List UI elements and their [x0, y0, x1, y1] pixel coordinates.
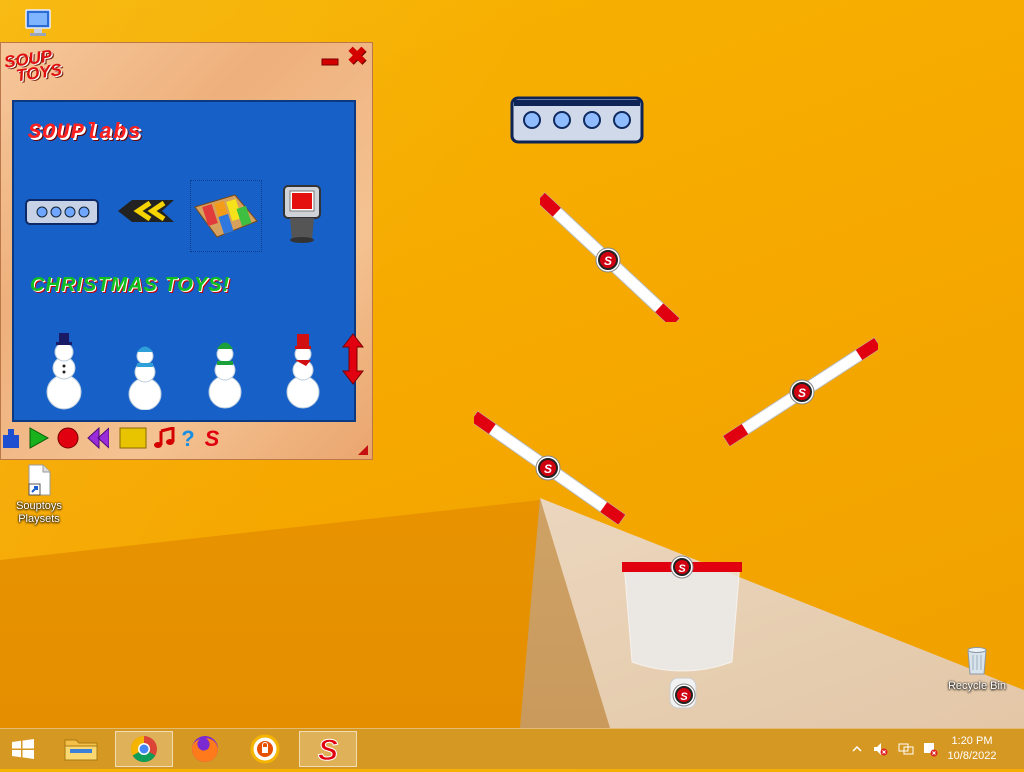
- vpn-button[interactable]: [238, 731, 292, 767]
- stop-icon[interactable]: [119, 427, 147, 449]
- svg-text:S: S: [604, 254, 612, 268]
- category-christmas-title: CHRISTMAS TOYS!: [30, 274, 231, 296]
- seesaw-plank-2[interactable]: S: [716, 330, 878, 446]
- clock-time: 1:20 PM: [951, 735, 993, 747]
- computer-icon[interactable]: [20, 6, 56, 40]
- xylophone-slot[interactable]: [190, 180, 262, 252]
- svg-text:S: S: [678, 563, 686, 575]
- snowman-red-hat-icon[interactable]: [284, 330, 322, 410]
- record-icon[interactable]: [57, 427, 79, 449]
- robot-tool-icon[interactable]: [1, 427, 23, 449]
- chevron-up-icon[interactable]: [852, 741, 862, 757]
- vpn-icon: [250, 734, 280, 764]
- close-icon[interactable]: ✖: [347, 45, 367, 69]
- volume-muted-icon[interactable]: [872, 741, 888, 757]
- recycle-bin-label: Recycle Bin: [947, 680, 1007, 692]
- category-souplabs-title: SOUPlabs: [28, 120, 142, 145]
- shortcut-label: Souptoys Playsets: [16, 500, 62, 525]
- file-explorer-button[interactable]: [54, 731, 108, 767]
- souptoys-playsets-shortcut[interactable]: Souptoys Playsets: [8, 464, 70, 526]
- svg-text:S: S: [680, 691, 688, 703]
- seesaw-plank-1[interactable]: S: [540, 182, 690, 322]
- toy-palette-panel: SOUPlabs CHRISTMAS TOYS!: [12, 100, 356, 422]
- lightbar-icon[interactable]: [24, 196, 100, 228]
- document-icon: [28, 464, 51, 496]
- xylophone-icon: [194, 194, 258, 238]
- bucket-toy[interactable]: S S: [618, 550, 746, 712]
- minimize-icon[interactable]: [321, 53, 339, 67]
- snowman-blue-hat-icon[interactable]: [44, 332, 84, 410]
- clock[interactable]: 1:20 PM 10/8/2022: [942, 734, 1002, 764]
- souptoys-taskbar-button[interactable]: S: [299, 731, 357, 768]
- lightbar-toy[interactable]: [510, 96, 644, 144]
- help-icon[interactable]: ?: [177, 427, 199, 449]
- action-center-icon[interactable]: [922, 741, 938, 757]
- recycle-bin-icon: [967, 647, 987, 675]
- snowman-blue-beanie-icon[interactable]: [126, 340, 164, 410]
- souptoys-window[interactable]: SOUP TOYS ✖ SOUPlabs CHRISTMAS TOYS! ? S: [0, 42, 373, 460]
- souptoys-toolbar: ? S: [1, 427, 241, 453]
- play-icon[interactable]: [27, 427, 49, 449]
- chrome-button[interactable]: [115, 731, 173, 767]
- seesaw-plank-3[interactable]: S: [474, 398, 634, 524]
- retro-tv-icon[interactable]: [280, 184, 324, 244]
- music-icon[interactable]: [153, 427, 175, 449]
- svg-text:S: S: [205, 427, 220, 449]
- resize-grip-icon[interactable]: [358, 445, 368, 455]
- snowman-green-hat-icon[interactable]: [206, 334, 244, 410]
- souptoys-logo: SOUP TOYS: [3, 46, 63, 85]
- taskbar: S 1:20 PM 10/8/2022: [0, 728, 1024, 769]
- firefox-button[interactable]: [178, 731, 232, 767]
- start-button[interactable]: [0, 731, 46, 767]
- souptoys-icon[interactable]: S: [201, 427, 223, 449]
- svg-text:?: ?: [181, 427, 194, 449]
- network-icon[interactable]: [898, 741, 914, 757]
- scroll-arrow-icon[interactable]: [342, 333, 364, 385]
- svg-text:S: S: [798, 386, 806, 400]
- firefox-icon: [192, 736, 218, 762]
- svg-text:S: S: [318, 734, 338, 766]
- chevron-arrow-icon[interactable]: [114, 198, 176, 224]
- souptoys-taskbar-icon: S: [317, 734, 338, 768]
- recycle-bin[interactable]: Recycle Bin: [940, 644, 1014, 693]
- rewind-icon[interactable]: [87, 427, 109, 449]
- chrome-icon: [130, 735, 157, 763]
- start-icon: [12, 739, 34, 759]
- svg-text:S: S: [544, 462, 552, 476]
- clock-date: 10/8/2022: [947, 750, 997, 762]
- file-explorer-icon: [64, 739, 98, 761]
